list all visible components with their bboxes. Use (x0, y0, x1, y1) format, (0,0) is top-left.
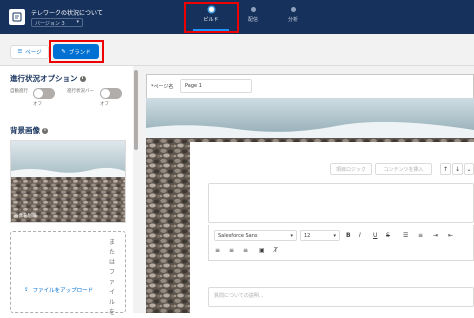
progress-bar-toggle[interactable] (100, 88, 122, 99)
delete-image-link[interactable]: 画像を削除 (14, 213, 37, 219)
step-dot-icon (250, 7, 256, 12)
progress-bar-label: 進行状況バー (67, 89, 94, 94)
move-up-icon[interactable]: ↑ (440, 163, 451, 175)
chevron-down-icon: ▾ (333, 233, 336, 239)
auto-advance-toggle[interactable] (33, 88, 55, 99)
image-icon[interactable]: ▣ (259, 247, 265, 254)
insert-content-button[interactable]: コンテンツを挿入 (375, 163, 432, 175)
underline-icon[interactable]: U (373, 232, 377, 239)
progress-options-heading: 進行状況オプション i (10, 73, 86, 84)
step-distribute[interactable]: 配信 (243, 7, 263, 23)
item-logic-button[interactable]: 項目ロジック (330, 163, 372, 175)
progress-bar-state: オフ (100, 102, 109, 107)
version-select[interactable]: バージョン 3 ▾ (31, 18, 83, 27)
move-down-icon[interactable]: ↓ (452, 163, 463, 175)
chevron-down-icon: ▾ (290, 233, 293, 239)
list-icon: ☰ (17, 49, 23, 55)
upload-button-label: ファイルをアップロード (32, 288, 94, 294)
description-field[interactable]: 質問についての説明... (208, 287, 474, 307)
survey-title: テレワークの状況について (31, 10, 103, 17)
background-image-preview (10, 140, 126, 223)
page-name-label: *ページ名 (151, 84, 174, 90)
auto-advance-label: 自動進行 (10, 89, 28, 94)
info-icon[interactable]: i (42, 128, 48, 134)
page-name-input[interactable]: Page 1 (180, 79, 252, 93)
auto-advance-state: オフ (33, 102, 42, 107)
font-size-value: 12 (304, 233, 311, 239)
numbered-list-icon[interactable]: ≡ (418, 232, 423, 239)
survey-logo-icon (9, 9, 25, 25)
question-text-field[interactable] (208, 183, 474, 223)
bulleted-list-icon[interactable]: ☰ (403, 232, 408, 239)
page-button-label: ページ (25, 50, 42, 56)
clear-format-icon[interactable]: T̸ (274, 247, 278, 254)
outdent-icon[interactable]: ⇤ (448, 232, 453, 239)
font-size-select[interactable]: 12 ▾ (300, 230, 340, 241)
background-image-heading: 背景画像 i (10, 125, 48, 136)
font-family-value: Salesforce Sans (218, 233, 258, 239)
align-left-icon[interactable]: ≡ (215, 247, 220, 254)
font-family-select[interactable]: Salesforce Sans ▾ (214, 230, 297, 241)
upload-file-button[interactable]: ⇪ ファイルをアップロード (14, 283, 100, 297)
drop-files-text: ま た は フ ァ イ ル を (108, 239, 115, 316)
chevron-down-icon: ▾ (76, 19, 79, 25)
more-icon[interactable]: ⌄ (464, 163, 474, 175)
upload-icon: ⇪ (24, 287, 29, 293)
step-analyze[interactable]: 分析 (283, 7, 303, 23)
scrollbar-thumb[interactable] (134, 70, 138, 150)
indent-icon[interactable]: ⇥ (433, 232, 438, 239)
strikethrough-icon[interactable]: S (386, 232, 390, 239)
info-icon[interactable]: i (79, 76, 86, 82)
highlight-box-brand (49, 40, 104, 63)
version-label: バージョン 3 (35, 21, 65, 27)
italic-icon[interactable]: I (359, 232, 361, 239)
align-right-icon[interactable]: ≡ (243, 247, 248, 254)
highlight-box-build (184, 2, 239, 33)
align-center-icon[interactable]: ≡ (229, 247, 234, 254)
step-distribute-label: 配信 (247, 17, 258, 23)
page-button[interactable]: ☰ ページ (10, 45, 49, 59)
bold-icon[interactable]: B (346, 232, 351, 239)
step-analyze-label: 分析 (287, 17, 298, 23)
step-dot-icon (290, 7, 296, 12)
